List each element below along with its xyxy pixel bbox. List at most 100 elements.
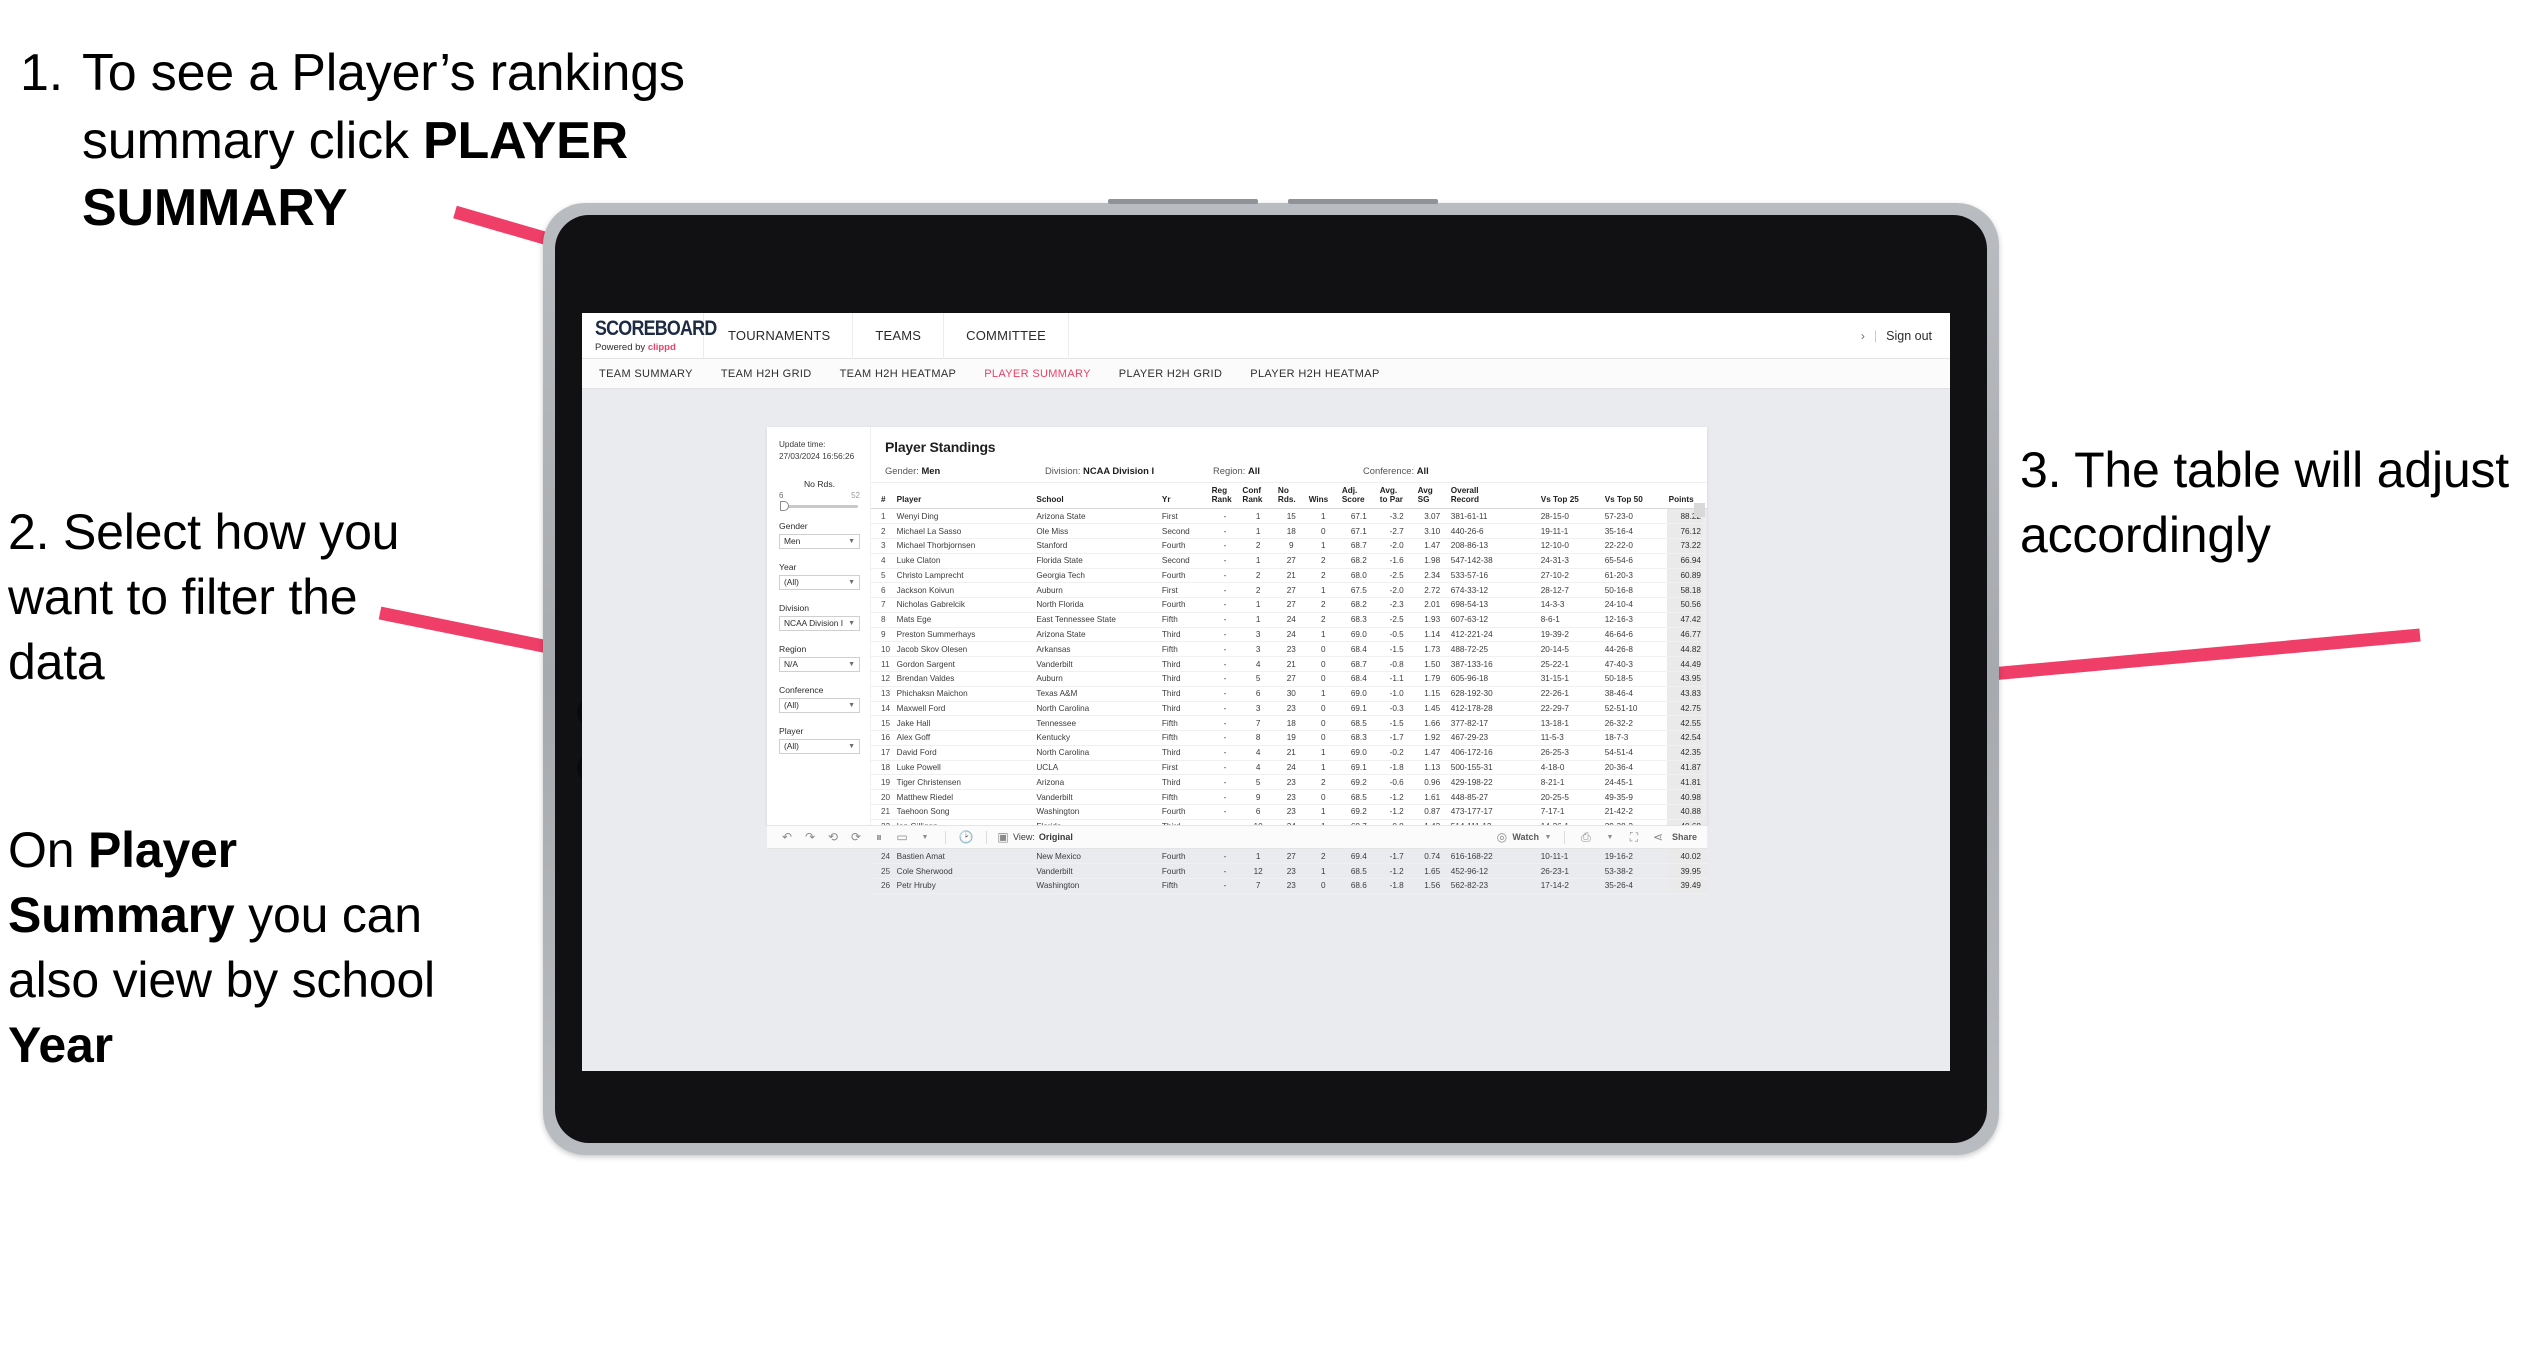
tab-player-summary[interactable]: PLAYER SUMMARY [970,368,1105,380]
table-row[interactable]: 10 Jacob Skov Olesen Arkansas Fifth -3 23 0 68.… [871,641,1707,658]
cell-school: Arizona State [1034,508,1160,525]
cell-rec: 674-33-12 [1448,582,1539,599]
chevron-down-icon[interactable]: ▼ [1543,829,1553,845]
undo-icon[interactable]: ↶ [777,829,797,845]
cell-t25: 10-11-1 [1538,848,1603,865]
redo-icon[interactable]: ↷ [800,829,820,845]
tab-player-h2h-grid[interactable]: PLAYER H2H GRID [1105,368,1236,380]
cell-rds: 23 [1275,701,1307,717]
conference-select[interactable]: (All) ▼ [779,697,860,713]
cell-t50: 19-16-2 [1602,848,1667,865]
cell-school: Arizona State [1034,627,1160,643]
refresh-data-icon[interactable]: ⟳ [846,829,866,845]
year-select[interactable]: (All) ▼ [779,574,860,590]
table-scrollbar-thumb[interactable] [1694,503,1705,517]
cell-t50: 54-51-4 [1602,745,1667,761]
tagline-brand: clippd [647,342,676,353]
table-row[interactable]: 8 Mats Ege East Tennessee State Fifth -1 24 2 6… [871,612,1707,628]
cell-wins: 1 [1306,686,1340,702]
table-row[interactable]: 6 Jackson Koivun Auburn First -2 27 1 67.5 -2.0 2… [871,582,1707,599]
table-row[interactable]: 2 Michael La Sasso Ole Miss Second -1 18 0 67.1… [871,523,1707,539]
th-overall-record[interactable]: Overall Record [1448,483,1539,510]
region-select[interactable]: N/A ▼ [779,656,860,672]
meta-conference-label: Conference: [1363,465,1415,476]
tab-team-h2h-heatmap[interactable]: TEAM H2H HEATMAP [826,368,971,380]
table-row[interactable]: 20 Matthew Riedel Vanderbilt Fifth -9 23 0 68.5… [871,789,1707,805]
brand-logo[interactable]: SCOREBOARD Powered by clippd [582,313,717,358]
cell-sg: 3.07 [1415,508,1449,525]
table-row[interactable]: 3 Michael Thorbjornsen Stanford Fourth -2 9 1 6… [871,538,1707,554]
revert-icon[interactable]: ⟲ [823,829,843,845]
table-row[interactable]: 4 Luke Claton Florida State Second -1 27 2 68.2… [871,553,1707,569]
cell-pts: 41.87 [1666,760,1707,776]
table-row[interactable]: 7 Nicholas Gabrelcik North Florida Fourth -1… [871,597,1707,613]
table-row[interactable]: 5 Christo Lamprecht Georgia Tech Fourth -2 21… [871,568,1707,584]
th-rank[interactable]: # [871,483,895,510]
table-scrollbar-track[interactable] [1703,517,1706,817]
download-icon[interactable]: ⎙ [1576,829,1596,845]
cell-player: Maxwell Ford [894,701,1035,717]
table-row[interactable]: 1 Wenyi Ding Arizona State First -1 15 1 67.1 -3… [871,508,1707,525]
cell-reg: - [1209,582,1241,599]
watch-button[interactable]: Watch [1512,832,1539,842]
cell-sg: 1.65 [1415,863,1449,879]
tab-team-summary[interactable]: TEAM SUMMARY [595,368,707,380]
history-icon[interactable]: 🕑 [956,829,976,845]
gender-select[interactable]: Men ▼ [779,533,860,549]
view-original-button[interactable]: ▣ View: Original [997,829,1073,845]
th-player[interactable]: Player [894,483,1035,510]
th-vs-top-50[interactable]: Vs Top 50 [1602,483,1667,510]
table-row[interactable]: 11 Gordon Sargent Vanderbilt Third -4 21 0 68.7… [871,656,1707,672]
th-avg-to-par[interactable]: Avg. to Par [1377,483,1416,510]
no-rounds-slider-track[interactable] [780,501,858,512]
th-conf-rank[interactable]: Conf Rank [1240,483,1276,510]
table-row[interactable]: 24 Bastien Amat New Mexico Fourth -1 27 2 69.4-… [871,848,1707,865]
account-chevron-icon[interactable]: › [1861,329,1865,343]
th-vs-top-25[interactable]: Vs Top 25 [1538,483,1603,510]
th-avg-sg[interactable]: Avg SG [1415,483,1449,510]
nav-committee[interactable]: COMMITTEE [944,313,1069,359]
th-no-rds[interactable]: No Rds. [1275,483,1307,510]
th-wins[interactable]: Wins [1306,483,1340,510]
th-reg-rank[interactable]: Reg Rank [1209,483,1241,510]
table-row[interactable]: 26 Petr Hruby Washington Fifth -7 23 0 68.6 -1.8… [871,878,1707,894]
update-time-label: Update time: [779,440,826,449]
table-row[interactable]: 18 Luke Powell UCLA First -4 24 1 69.1 -1.8 1.13 5… [871,760,1707,776]
tab-team-h2h-grid[interactable]: TEAM H2H GRID [707,368,826,380]
player-select[interactable]: (All) ▼ [779,738,860,754]
nav-tournaments[interactable]: TOURNAMENTS [704,313,854,359]
cell-rec: 547-142-38 [1448,553,1539,569]
table-row[interactable]: 19 Tiger Christensen Arizona Third -5 23 2 69.2… [871,774,1707,791]
table-row[interactable]: 25 Cole Sherwood Vanderbilt Fourth -12 23 1 68.… [871,863,1707,879]
th-adj-score[interactable]: Adj. Score [1339,483,1378,510]
sign-out-link[interactable]: Sign out [1886,329,1932,343]
table-row[interactable]: 16 Alex Goff Kentucky Fifth -8 19 0 68.3 -1.7 1.9… [871,730,1707,746]
share-button[interactable]: Share [1672,832,1697,842]
chevron-down-icon: ▼ [848,578,855,586]
cell-par: -2.3 [1377,597,1416,613]
cell-rds: 23 [1275,878,1307,894]
table-row[interactable]: 12 Brendan Valdes Auburn Third -5 27 0 68.4 -1.1… [871,671,1707,687]
view-value: Original [1038,832,1073,842]
pause-updates-icon[interactable]: ⏸ [869,829,889,845]
th-school[interactable]: School [1034,483,1160,510]
table-row[interactable]: 13 Phichaksn Maichon Texas A&M Third -6 30 1 69… [871,686,1707,702]
table-row[interactable]: 17 David Ford North Carolina Third -4 21 1 69.0… [871,745,1707,761]
division-select[interactable]: NCAA Division I ▼ [779,615,860,631]
table-row[interactable]: 9 Preston Summerhays Arizona State Third -3 2… [871,627,1707,643]
share-icon[interactable]: ⋖ [1648,829,1668,845]
table-row[interactable]: 14 Maxwell Ford North Carolina Third -3 23 0 69… [871,701,1707,717]
nav-teams[interactable]: TEAMS [853,313,945,359]
cell-player: Jake Hall [894,715,1035,732]
view-original-icon[interactable]: ▭ [892,829,912,845]
no-rounds-slider-handle[interactable] [780,501,789,512]
tab-player-h2h-heatmap[interactable]: PLAYER H2H HEATMAP [1236,368,1393,380]
cell-player: Jacob Skov Olesen [894,641,1035,658]
no-rounds-max: 52 [851,490,860,500]
table-row[interactable]: 15 Jake Hall Tennessee Fifth -7 18 0 68.5 -1.5 1.… [871,715,1707,732]
chevron-down-icon[interactable]: ▼ [915,829,935,845]
th-year[interactable]: Yr [1159,483,1210,510]
fullscreen-icon[interactable]: ⛶ [1624,829,1644,845]
chevron-down-icon[interactable]: ▼ [1600,829,1620,845]
table-row[interactable]: 21 Taehoon Song Washington Fourth -6 23 1 69.2-… [871,804,1707,820]
